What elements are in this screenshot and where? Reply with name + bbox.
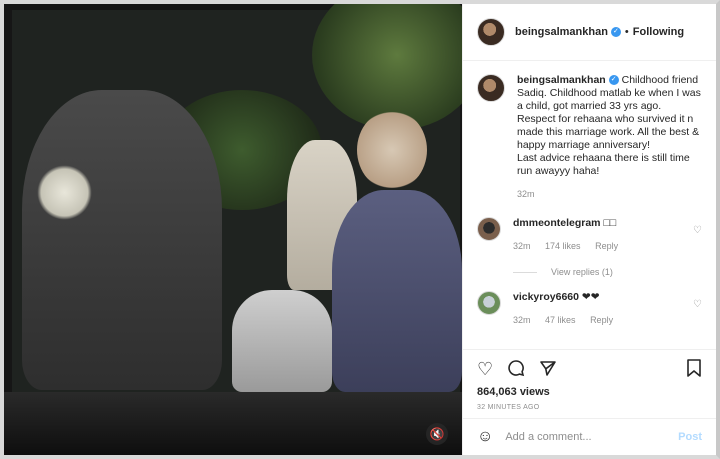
heart-icon[interactable]: ♡: [477, 360, 493, 378]
heart-icon[interactable]: ♡: [693, 299, 702, 310]
reply-button[interactable]: Reply: [590, 315, 613, 325]
avatar[interactable]: [477, 18, 505, 46]
following-button[interactable]: Following: [633, 26, 684, 38]
comment-form: ☺ Post: [463, 418, 716, 455]
comment-time: 32m: [513, 315, 531, 325]
face: [357, 110, 427, 190]
comments-list[interactable]: beingsalmankhan ✓ Childhood friend Sadiq.…: [463, 62, 716, 349]
verified-icon: ✓: [608, 75, 619, 86]
post-button[interactable]: Post: [678, 431, 702, 443]
comment-likes[interactable]: 174 likes: [545, 241, 581, 251]
garland: [37, 165, 92, 220]
muted-icon[interactable]: 🔇: [426, 423, 448, 445]
view-replies-button[interactable]: View replies (1): [513, 267, 702, 277]
caption-username[interactable]: beingsalmankhan: [517, 74, 606, 86]
caption-time: 32m: [517, 189, 535, 199]
reply-button[interactable]: Reply: [595, 241, 618, 251]
share-icon[interactable]: [539, 359, 557, 380]
bookmark-icon[interactable]: [686, 358, 702, 380]
separator-dot: •: [624, 26, 629, 38]
emoji-icon[interactable]: ☺: [477, 428, 493, 446]
caption-text-line2: Last advice rehaana there is still time …: [517, 152, 690, 177]
comment-text: □□: [603, 217, 617, 229]
person-bride: [22, 90, 222, 390]
avatar[interactable]: [477, 291, 501, 315]
comment-item: vickyroy6660 ❤❤ 32m 47 likes Reply ♡: [477, 291, 702, 327]
avatar[interactable]: [477, 217, 501, 241]
post-header: beingsalmankhan ✓ • Following: [463, 4, 716, 61]
comment-item: dmmeontelegram □□ 32m 174 likes Reply ♡: [477, 217, 702, 253]
post-side-panel: beingsalmankhan ✓ • Following beingsalma…: [462, 4, 716, 455]
comment-icon[interactable]: [507, 359, 525, 380]
comment-input[interactable]: [505, 431, 679, 443]
comment-likes[interactable]: 47 likes: [545, 315, 576, 325]
post-actions: ♡ 864,063 views 32 MINUTES AGO: [463, 349, 716, 411]
author-username[interactable]: beingsalmankhan: [515, 26, 608, 38]
comment-username[interactable]: vickyroy6660: [513, 291, 579, 303]
caption: beingsalmankhan ✓ Childhood friend Sadiq.…: [477, 74, 702, 201]
comment-time: 32m: [513, 241, 531, 251]
heart-icon[interactable]: ♡: [693, 225, 702, 236]
verified-icon: ✓: [610, 27, 621, 37]
video-player[interactable]: 🔇: [4, 4, 462, 455]
avatar[interactable]: [477, 74, 505, 102]
person-child: [232, 290, 332, 392]
video-frame: [12, 4, 462, 392]
view-count[interactable]: 864,063 views: [477, 386, 702, 398]
person-groom: [332, 190, 462, 392]
tv-bezel: [4, 392, 462, 455]
comment-username[interactable]: dmmeontelegram: [513, 217, 601, 229]
post-timestamp: 32 MINUTES AGO: [477, 404, 540, 411]
comment-text: ❤❤: [581, 291, 600, 303]
